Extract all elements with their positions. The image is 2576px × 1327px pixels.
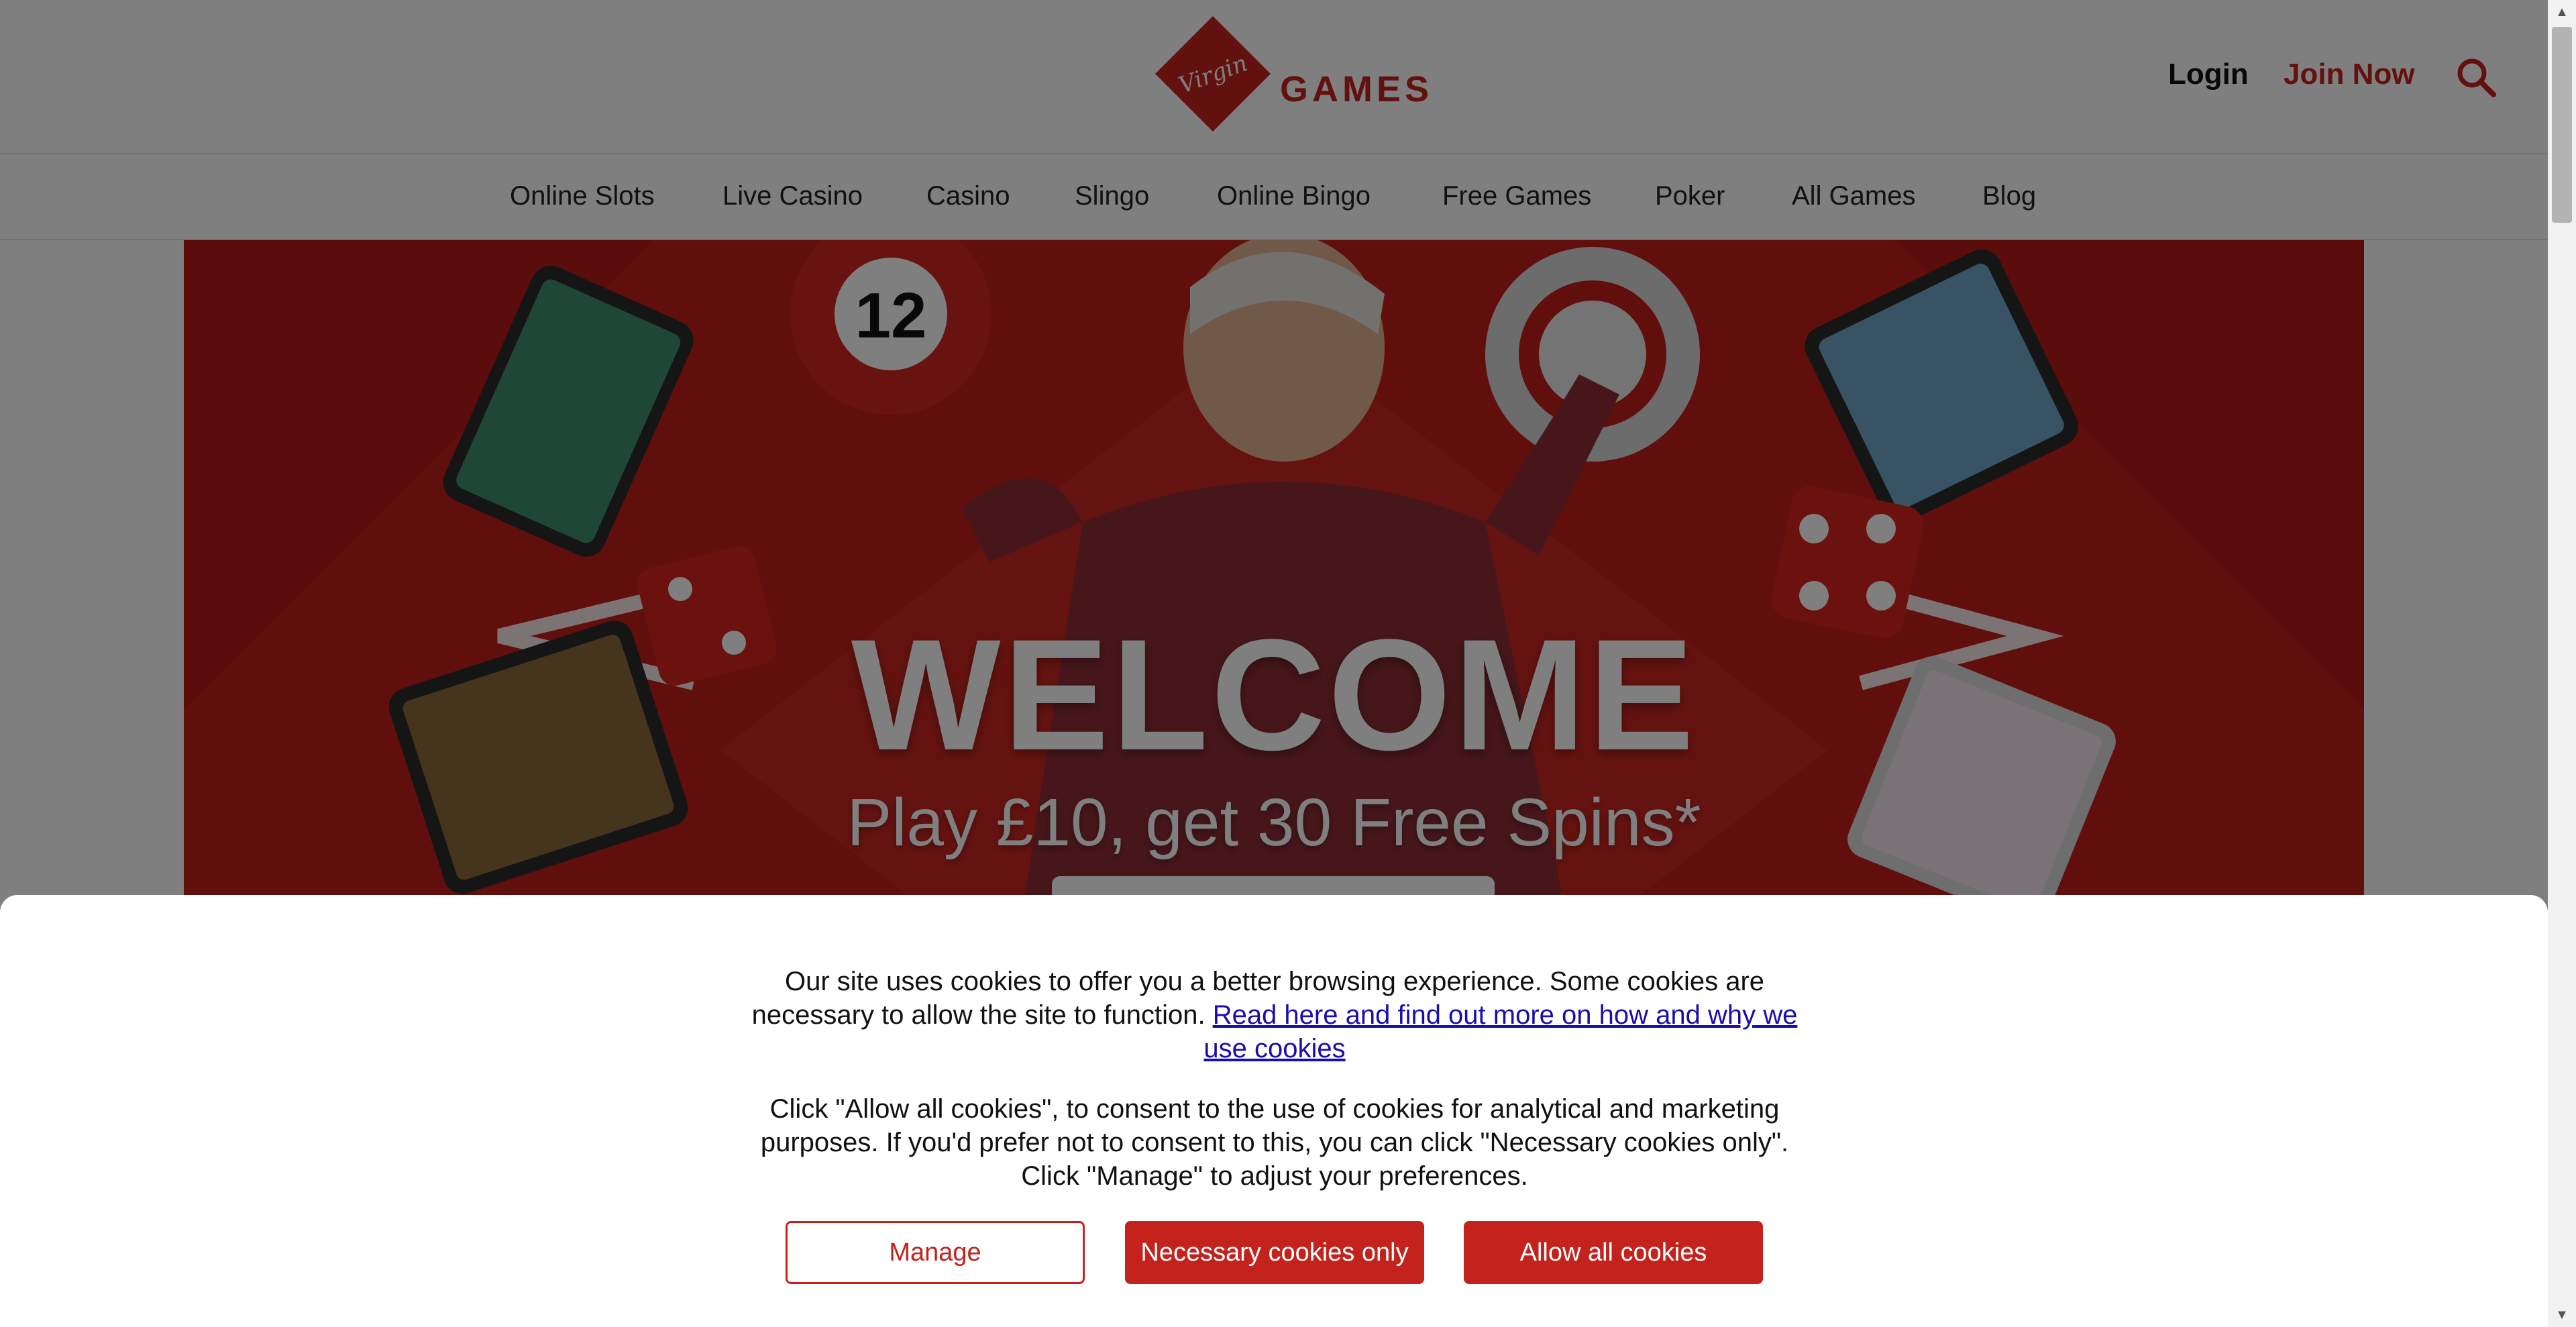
- scrollbar-thumb[interactable]: [2552, 27, 2572, 223]
- cookie-message: Our site uses cookies to offer you a bet…: [751, 965, 1798, 1193]
- cookie-banner: Our site uses cookies to offer you a bet…: [0, 895, 2548, 1327]
- manage-cookies-button[interactable]: Manage: [786, 1221, 1085, 1284]
- cookie-policy-link[interactable]: Read here and find out more on how and w…: [1203, 1000, 1797, 1063]
- page: Virgin GAMES Login Join Now Online Slots…: [0, 0, 2576, 1327]
- cookie-paragraph-2: Click "Allow all cookies", to consent to…: [760, 1094, 1789, 1191]
- scroll-down-arrow-icon[interactable]: ▼: [2548, 1303, 2576, 1327]
- scroll-up-arrow-icon[interactable]: ▲: [2548, 0, 2576, 24]
- allow-all-cookies-button[interactable]: Allow all cookies: [1464, 1221, 1763, 1284]
- necessary-cookies-button[interactable]: Necessary cookies only: [1125, 1221, 1424, 1284]
- cookie-paragraph-1: Our site uses cookies to offer you a bet…: [751, 965, 1798, 1065]
- page-scrollbar[interactable]: ▲ ▼: [2548, 0, 2576, 1327]
